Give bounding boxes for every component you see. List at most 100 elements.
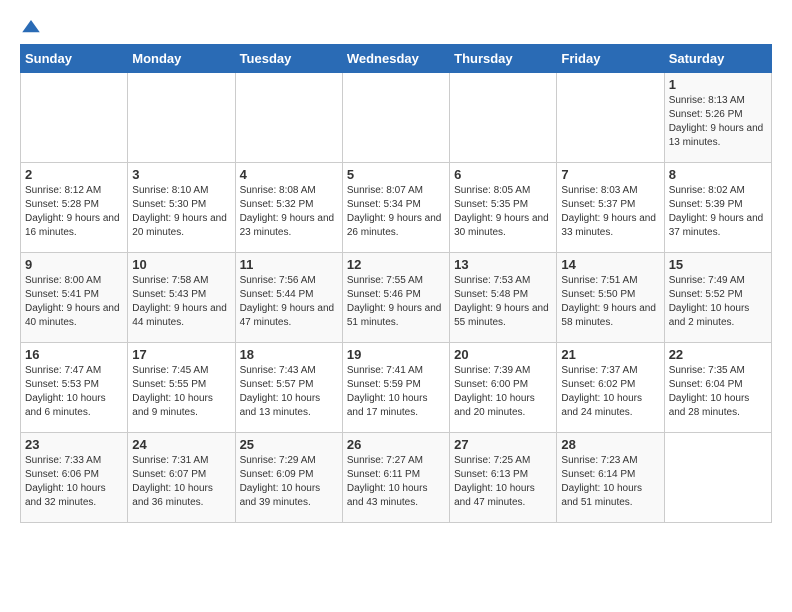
day-number: 17 [132,347,230,362]
day-number: 23 [25,437,123,452]
calendar-cell: 15 Sunrise: 7:49 AM Sunset: 5:52 PM Dayli… [664,253,771,343]
day-info: Sunrise: 8:10 AM Sunset: 5:30 PM Dayligh… [132,184,230,240]
day-info: Sunrise: 7:33 AM Sunset: 6:06 PM Dayligh… [25,454,123,510]
day-info: Sunrise: 7:29 AM Sunset: 6:09 PM Dayligh… [240,454,338,510]
page-header [20,20,772,34]
day-info: Sunrise: 7:55 AM Sunset: 5:46 PM Dayligh… [347,274,445,330]
day-info: Sunrise: 7:41 AM Sunset: 5:59 PM Dayligh… [347,364,445,420]
calendar-cell: 17 Sunrise: 7:45 AM Sunset: 5:55 PM Dayli… [128,343,235,433]
day-number: 7 [561,167,659,182]
calendar-cell [21,73,128,163]
calendar-cell: 28 Sunrise: 7:23 AM Sunset: 6:14 PM Dayli… [557,433,664,523]
day-number: 1 [669,77,767,92]
day-info: Sunrise: 7:51 AM Sunset: 5:50 PM Dayligh… [561,274,659,330]
day-number: 9 [25,257,123,272]
calendar-cell: 23 Sunrise: 7:33 AM Sunset: 6:06 PM Dayli… [21,433,128,523]
day-number: 28 [561,437,659,452]
weekday-header-thursday: Thursday [450,45,557,73]
weekday-header-friday: Friday [557,45,664,73]
day-info: Sunrise: 7:47 AM Sunset: 5:53 PM Dayligh… [25,364,123,420]
day-number: 6 [454,167,552,182]
day-info: Sunrise: 7:45 AM Sunset: 5:55 PM Dayligh… [132,364,230,420]
weekday-header-row: SundayMondayTuesdayWednesdayThursdayFrid… [21,45,772,73]
calendar-table: SundayMondayTuesdayWednesdayThursdayFrid… [20,44,772,523]
day-number: 26 [347,437,445,452]
day-number: 19 [347,347,445,362]
week-row-4: 16 Sunrise: 7:47 AM Sunset: 5:53 PM Dayli… [21,343,772,433]
week-row-2: 2 Sunrise: 8:12 AM Sunset: 5:28 PM Daylig… [21,163,772,253]
day-info: Sunrise: 8:03 AM Sunset: 5:37 PM Dayligh… [561,184,659,240]
day-number: 10 [132,257,230,272]
day-info: Sunrise: 8:12 AM Sunset: 5:28 PM Dayligh… [25,184,123,240]
calendar-cell: 22Sunrise: 7:35 AM Sunset: 6:04 PM Dayli… [664,343,771,433]
week-row-3: 9 Sunrise: 8:00 AM Sunset: 5:41 PM Daylig… [21,253,772,343]
calendar-cell [342,73,449,163]
day-info: Sunrise: 8:02 AM Sunset: 5:39 PM Dayligh… [669,184,767,240]
day-number: 16 [25,347,123,362]
day-number: 4 [240,167,338,182]
day-number: 8 [669,167,767,182]
calendar-cell: 10 Sunrise: 7:58 AM Sunset: 5:43 PM Dayli… [128,253,235,343]
calendar-cell: 11 Sunrise: 7:56 AM Sunset: 5:44 PM Dayli… [235,253,342,343]
day-info: Sunrise: 8:08 AM Sunset: 5:32 PM Dayligh… [240,184,338,240]
day-number: 5 [347,167,445,182]
weekday-header-wednesday: Wednesday [342,45,449,73]
calendar-cell [557,73,664,163]
day-number: 3 [132,167,230,182]
calendar-cell: 3 Sunrise: 8:10 AM Sunset: 5:30 PM Daylig… [128,163,235,253]
calendar-cell: 25 Sunrise: 7:29 AM Sunset: 6:09 PM Dayli… [235,433,342,523]
calendar-cell: 14 Sunrise: 7:51 AM Sunset: 5:50 PM Dayli… [557,253,664,343]
calendar-cell: 1 Sunrise: 8:13 AM Sunset: 5:26 PM Daylig… [664,73,771,163]
calendar-cell: 4 Sunrise: 8:08 AM Sunset: 5:32 PM Daylig… [235,163,342,253]
logo-icon [22,20,40,34]
day-number: 25 [240,437,338,452]
day-info: Sunrise: 7:49 AM Sunset: 5:52 PM Dayligh… [669,274,767,330]
calendar-cell: 6 Sunrise: 8:05 AM Sunset: 5:35 PM Daylig… [450,163,557,253]
calendar-cell: 16 Sunrise: 7:47 AM Sunset: 5:53 PM Dayli… [21,343,128,433]
calendar-cell: 8 Sunrise: 8:02 AM Sunset: 5:39 PM Daylig… [664,163,771,253]
weekday-header-saturday: Saturday [664,45,771,73]
day-info: Sunrise: 7:37 AM Sunset: 6:02 PM Dayligh… [561,364,659,420]
calendar-cell: 21 Sunrise: 7:37 AM Sunset: 6:02 PM Dayli… [557,343,664,433]
calendar-cell: 26 Sunrise: 7:27 AM Sunset: 6:11 PM Dayli… [342,433,449,523]
calendar-cell: 12 Sunrise: 7:55 AM Sunset: 5:46 PM Dayli… [342,253,449,343]
calendar-cell [450,73,557,163]
calendar-cell: 19 Sunrise: 7:41 AM Sunset: 5:59 PM Dayli… [342,343,449,433]
calendar-cell: 7 Sunrise: 8:03 AM Sunset: 5:37 PM Daylig… [557,163,664,253]
day-info: Sunrise: 7:58 AM Sunset: 5:43 PM Dayligh… [132,274,230,330]
day-number: 27 [454,437,552,452]
day-number: 21 [561,347,659,362]
day-info: Sunrise: 8:00 AM Sunset: 5:41 PM Dayligh… [25,274,123,330]
calendar-cell [664,433,771,523]
weekday-header-sunday: Sunday [21,45,128,73]
day-info: Sunrise: 7:25 AM Sunset: 6:13 PM Dayligh… [454,454,552,510]
day-number: 13 [454,257,552,272]
day-info: Sunrise: 7:23 AM Sunset: 6:14 PM Dayligh… [561,454,659,510]
week-row-5: 23 Sunrise: 7:33 AM Sunset: 6:06 PM Dayli… [21,433,772,523]
calendar-cell: 18Sunrise: 7:43 AM Sunset: 5:57 PM Dayli… [235,343,342,433]
calendar-cell: 13 Sunrise: 7:53 AM Sunset: 5:48 PM Dayli… [450,253,557,343]
day-info: Sunrise: 7:27 AM Sunset: 6:11 PM Dayligh… [347,454,445,510]
calendar-cell [235,73,342,163]
calendar-cell: 27 Sunrise: 7:25 AM Sunset: 6:13 PM Dayli… [450,433,557,523]
day-info: Sunrise: 7:53 AM Sunset: 5:48 PM Dayligh… [454,274,552,330]
logo [20,20,40,34]
day-number: 22 [669,347,767,362]
day-info: Sunrise: 7:56 AM Sunset: 5:44 PM Dayligh… [240,274,338,330]
day-number: 11 [240,257,338,272]
day-number: 2 [25,167,123,182]
day-info: Sunrise: 7:39 AM Sunset: 6:00 PM Dayligh… [454,364,552,420]
day-info: Sunrise: 8:13 AM Sunset: 5:26 PM Dayligh… [669,94,767,150]
day-info: Sunrise: 7:31 AM Sunset: 6:07 PM Dayligh… [132,454,230,510]
day-info: Sunrise: 8:05 AM Sunset: 5:35 PM Dayligh… [454,184,552,240]
calendar-cell: 2 Sunrise: 8:12 AM Sunset: 5:28 PM Daylig… [21,163,128,253]
day-info: Sunrise: 7:43 AM Sunset: 5:57 PM Dayligh… [240,364,338,420]
day-number: 14 [561,257,659,272]
weekday-header-tuesday: Tuesday [235,45,342,73]
weekday-header-monday: Monday [128,45,235,73]
day-number: 12 [347,257,445,272]
day-number: 20 [454,347,552,362]
day-number: 24 [132,437,230,452]
calendar-cell [128,73,235,163]
day-number: 15 [669,257,767,272]
